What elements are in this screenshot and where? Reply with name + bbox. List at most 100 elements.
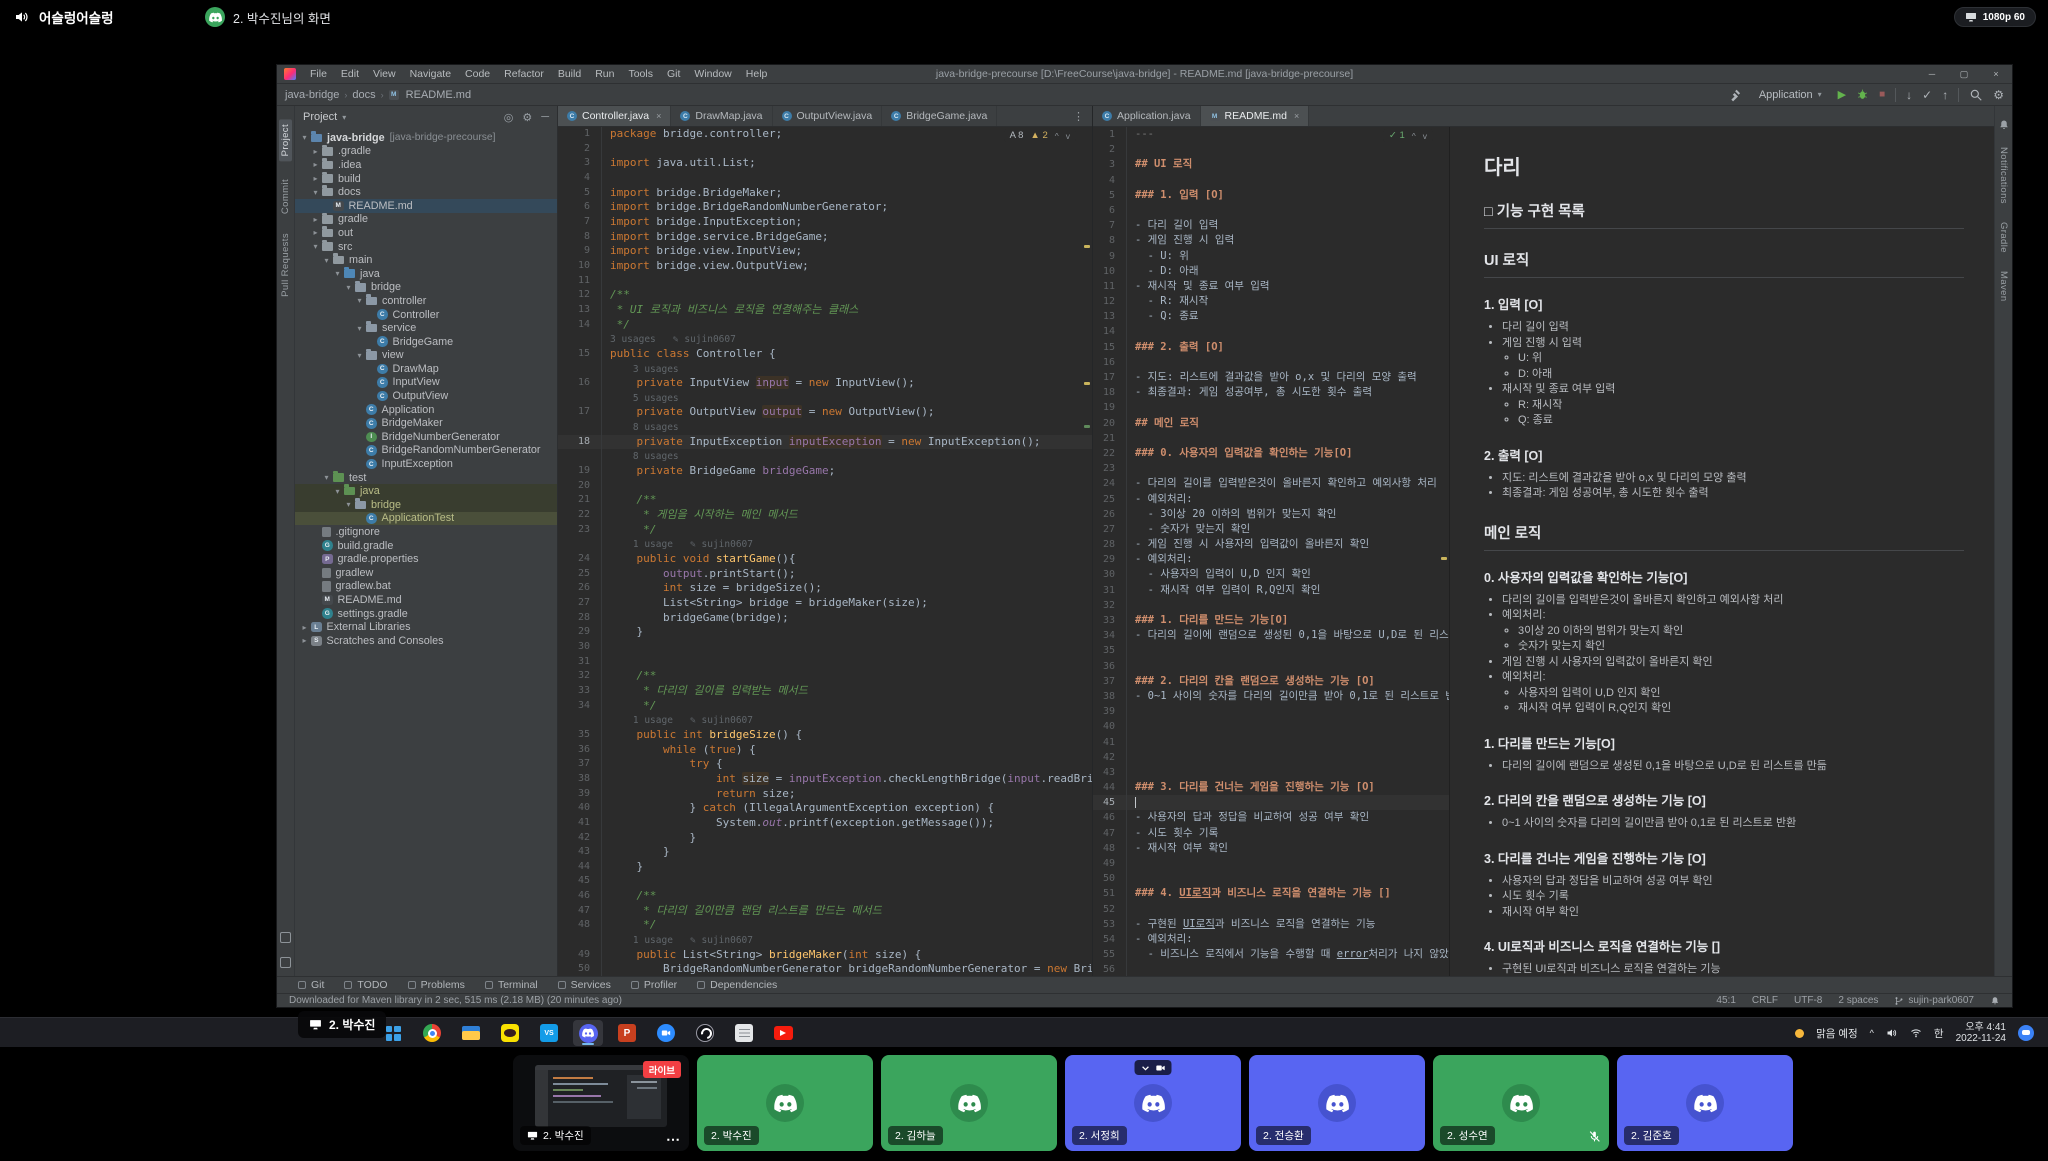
tree-item-view[interactable]: ▾view [295, 349, 557, 363]
hide-panel-icon[interactable]: ─ [541, 111, 549, 124]
menu-edit[interactable]: Edit [335, 65, 365, 83]
menu-refactor[interactable]: Refactor [498, 65, 550, 83]
toolwindow-dependencies[interactable]: Dependencies [688, 979, 786, 991]
tab-application-java[interactable]: CApplication.java [1093, 106, 1201, 126]
debug-button[interactable] [1856, 88, 1869, 101]
ime-indicator[interactable]: 한 [1934, 1026, 1944, 1041]
error-stripe[interactable] [1082, 127, 1092, 976]
tab-bridgegame-java[interactable]: CBridgeGame.java [882, 106, 997, 126]
tree-item-docs[interactable]: ▾docs [295, 185, 557, 199]
menu-git[interactable]: Git [661, 65, 686, 83]
wifi-icon[interactable] [1910, 1027, 1922, 1039]
status-crlf[interactable]: CRLF [1752, 995, 1778, 1006]
tree-item-external-libraries[interactable]: ▸LExternal Libraries [295, 620, 557, 634]
git-branch-widget[interactable]: sujin-park0607 [1894, 995, 1974, 1006]
ide-titlebar[interactable]: FileEditViewNavigateCodeRefactorBuildRun… [277, 65, 2012, 84]
tree-item-src[interactable]: ▾src [295, 240, 557, 254]
tree-item-controller[interactable]: CController [295, 308, 557, 322]
tree-item-bridgegame[interactable]: CBridgeGame [295, 335, 557, 349]
tab-outputview-java[interactable]: COutputView.java [773, 106, 883, 126]
participant-tile[interactable]: 2. 성수연 [1433, 1055, 1609, 1151]
bookmarks-icon[interactable] [280, 957, 291, 968]
tool-stripe-pull-requests[interactable]: Pull Requests [280, 233, 291, 297]
next-problem-icon[interactable]: v [1423, 131, 1427, 141]
taskbar-notes-icon[interactable] [729, 1020, 759, 1046]
notifications-bell-icon[interactable] [1998, 118, 2010, 130]
toolwindow-problems[interactable]: Problems [399, 979, 474, 991]
participant-tile[interactable]: 2. 김하늘 [881, 1055, 1057, 1151]
participant-tile[interactable]: 2. 전승환 [1249, 1055, 1425, 1151]
menu-view[interactable]: View [367, 65, 402, 83]
tool-stripe-gradle[interactable]: Gradle [1998, 222, 2009, 253]
breadcrumb-readme-md[interactable]: README.md [406, 89, 471, 101]
menu-run[interactable]: Run [589, 65, 620, 83]
run-config-selector[interactable]: Application▾ [1753, 88, 1828, 102]
git-commit-icon[interactable]: ✓ [1922, 88, 1932, 102]
breadcrumb-java-bridge[interactable]: java-bridge [285, 89, 339, 101]
markdown-preview[interactable]: 다리□ 기능 구현 목록UI 로직1. 입력 [O]다리 길이 입력게임 진행 … [1449, 127, 1994, 976]
menu-code[interactable]: Code [459, 65, 496, 83]
taskbar-discord-icon[interactable] [573, 1020, 603, 1046]
more-options-icon[interactable]: ⋯ [666, 1131, 681, 1148]
tree-item-java[interactable]: ▾java [295, 484, 557, 498]
minimize-button[interactable]: ─ [1916, 65, 1948, 83]
event-log-bell-icon[interactable] [1990, 996, 2000, 1006]
tree-item-controller[interactable]: ▾controller [295, 294, 557, 308]
taskbar-obs-icon[interactable] [690, 1020, 720, 1046]
editor-readme-source[interactable]: 1---23## UI 로직45### 1. 입력 [O]67- 다리 길이 입… [1093, 127, 1449, 976]
tree-item-application[interactable]: CApplication [295, 403, 557, 417]
taskbar-zoom-icon[interactable] [651, 1020, 681, 1046]
screenshare-tile[interactable]: 라이브2. 박수진⋯ [513, 1055, 689, 1151]
next-problem-icon[interactable]: v [1066, 131, 1070, 141]
tree-item-drawmap[interactable]: CDrawMap [295, 362, 557, 376]
taskbar-chrome-icon[interactable] [417, 1020, 447, 1046]
tree-item-outputview[interactable]: COutputView [295, 389, 557, 403]
tree-item-build-gradle[interactable]: Gbuild.gradle [295, 539, 557, 553]
toolwindow-terminal[interactable]: Terminal [476, 979, 547, 991]
stop-button[interactable]: ■ [1879, 89, 1885, 100]
tree-item-scratches-and-consoles[interactable]: ▸SScratches and Consoles [295, 634, 557, 648]
tray-overflow-icon[interactable]: ^ [1870, 1028, 1874, 1038]
tree-item-bridgenumbergenerator[interactable]: IBridgeNumberGenerator [295, 430, 557, 444]
tree-item-bridgemaker[interactable]: CBridgeMaker [295, 416, 557, 430]
tree-item-settings-gradle[interactable]: Gsettings.gradle [295, 607, 557, 621]
participant-tile[interactable]: 2. 서정희 [1065, 1055, 1241, 1151]
taskbar-youtube-icon[interactable] [768, 1020, 798, 1046]
maximize-button[interactable]: ▢ [1948, 65, 1980, 83]
tool-stripe-commit[interactable]: Commit [280, 179, 291, 214]
menu-file[interactable]: File [304, 65, 333, 83]
tree-item-bridgerandomnumbergenerator[interactable]: CBridgeRandomNumberGenerator [295, 444, 557, 458]
tree-item--idea[interactable]: ▸.idea [295, 158, 557, 172]
tree-item-out[interactable]: ▸out [295, 226, 557, 240]
tab-options-icon[interactable]: ⋮ [1065, 106, 1092, 126]
tree-item-test[interactable]: ▾test [295, 471, 557, 485]
taskbar-powerpoint-icon[interactable]: P [612, 1020, 642, 1046]
tree-item-inputview[interactable]: CInputView [295, 376, 557, 390]
tool-stripe-project[interactable]: Project [279, 119, 292, 161]
settings-gear-icon[interactable]: ⚙ [1993, 88, 2004, 102]
tree-item-java[interactable]: ▾java [295, 267, 557, 281]
tree-item-bridge[interactable]: ▾bridge [295, 498, 557, 512]
participant-tile[interactable]: 2. 박수진 [697, 1055, 873, 1151]
tab-readme-md[interactable]: MREADME.md× [1201, 106, 1310, 126]
status-2-spaces[interactable]: 2 spaces [1838, 995, 1878, 1006]
prev-problem-icon[interactable]: ^ [1055, 131, 1059, 141]
close-icon[interactable]: × [1294, 111, 1299, 121]
notification-icon[interactable] [2018, 1025, 2034, 1041]
toolwindow-profiler[interactable]: Profiler [622, 979, 686, 991]
build-hammer-icon[interactable] [1729, 88, 1743, 102]
inspection-widget[interactable]: ✓ 1 ^ v [1383, 129, 1433, 142]
tree-item-service[interactable]: ▾service [295, 321, 557, 335]
tool-stripe-maven[interactable]: Maven [1998, 271, 2009, 302]
tree-item-main[interactable]: ▾main [295, 253, 557, 267]
close-icon[interactable]: × [656, 111, 661, 121]
structure-icon[interactable] [280, 932, 291, 943]
tree-item-gradle-properties[interactable]: Pgradle.properties [295, 552, 557, 566]
menu-tools[interactable]: Tools [622, 65, 659, 83]
menu-build[interactable]: Build [552, 65, 587, 83]
tree-item-bridge[interactable]: ▾bridge [295, 281, 557, 295]
search-icon[interactable] [1969, 88, 1983, 102]
volume-icon[interactable] [1886, 1027, 1898, 1039]
weather-widget[interactable]: 맑음 예정 [1816, 1026, 1858, 1041]
project-panel-header[interactable]: Project ▾ ◎ ⚙ ─ [295, 106, 557, 128]
